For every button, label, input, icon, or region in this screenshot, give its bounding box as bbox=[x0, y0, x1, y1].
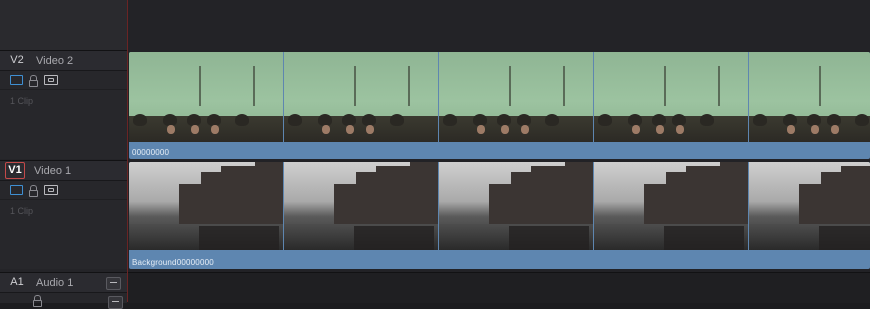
clip-thumbnail bbox=[284, 162, 438, 250]
track-id-v1[interactable]: V1 bbox=[5, 162, 25, 179]
track-controls-v1 bbox=[0, 181, 127, 200]
track-title-row-v2: V2 Video 2 bbox=[0, 51, 127, 71]
lock-icon[interactable] bbox=[29, 74, 38, 87]
track-name-a1[interactable]: Audio 1 bbox=[36, 277, 73, 289]
clip-thumbnail bbox=[439, 162, 593, 250]
clip-name-v2: 00000000 bbox=[132, 148, 170, 157]
clip-v2[interactable]: 00000000 bbox=[129, 52, 870, 159]
track-header-v2[interactable]: V2 Video 2 1 Clip bbox=[0, 50, 127, 159]
clip-name-v1: Background00000000 bbox=[132, 258, 214, 267]
clip-thumbnail bbox=[594, 162, 748, 250]
audio-collapse-button[interactable] bbox=[106, 277, 121, 290]
track-header-a1[interactable]: A1 Audio 1 bbox=[0, 272, 127, 309]
track-id-v2[interactable]: V2 bbox=[6, 53, 28, 68]
clip-thumbnail bbox=[439, 52, 593, 142]
clip-thumbnails-v1 bbox=[129, 162, 870, 250]
lock-icon[interactable] bbox=[29, 184, 38, 197]
timeline-header-blank bbox=[0, 0, 127, 50]
track-name-v1[interactable]: Video 1 bbox=[34, 165, 71, 177]
clip-thumbnail bbox=[129, 162, 283, 250]
track-id-a1[interactable]: A1 bbox=[6, 275, 28, 290]
monitor-icon[interactable] bbox=[10, 75, 23, 85]
track-header-v1[interactable]: V1 Video 1 1 Clip bbox=[0, 160, 127, 269]
clip-v1[interactable]: Background00000000 bbox=[129, 162, 870, 269]
timeline-ruler-area[interactable] bbox=[128, 0, 870, 50]
audio-options-button[interactable] bbox=[108, 296, 123, 309]
lock-icon[interactable] bbox=[33, 295, 42, 307]
clip-thumbnails-v2 bbox=[129, 52, 870, 142]
clip-thumbnail bbox=[749, 52, 870, 142]
track-lane-a1[interactable] bbox=[128, 272, 870, 303]
track-clip-count-v2: 1 Clip bbox=[10, 96, 34, 106]
clip-thumbnail bbox=[749, 162, 870, 250]
monitor-icon[interactable] bbox=[10, 185, 23, 195]
auto-select-icon[interactable] bbox=[44, 75, 58, 85]
clip-thumbnail bbox=[284, 52, 438, 142]
track-controls-v2 bbox=[0, 71, 127, 90]
auto-select-icon[interactable] bbox=[44, 185, 58, 195]
track-clip-count-v1: 1 Clip bbox=[10, 206, 34, 216]
clip-thumbnail bbox=[129, 52, 283, 142]
playhead[interactable] bbox=[127, 0, 128, 302]
track-name-v2[interactable]: Video 2 bbox=[36, 55, 73, 67]
track-title-row-v1: V1 Video 1 bbox=[0, 161, 127, 181]
clip-thumbnail bbox=[594, 52, 748, 142]
